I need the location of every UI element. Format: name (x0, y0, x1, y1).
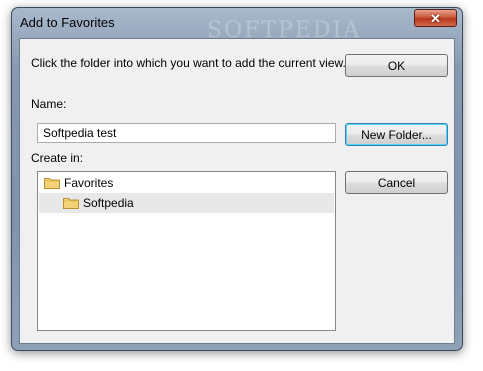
dialog-window: SOFTPEDIA Add to Favorites ✕ Click the f… (11, 7, 463, 351)
tree-item-softpedia[interactable]: Softpedia (39, 193, 334, 213)
instruction-text: Click the folder into which you want to … (31, 56, 346, 70)
new-folder-button[interactable]: New Folder... (345, 123, 448, 146)
tree-item-label: Softpedia (83, 196, 134, 210)
window-title: Add to Favorites (20, 15, 115, 30)
close-button[interactable]: ✕ (414, 9, 457, 27)
create-in-label: Create in: (31, 151, 84, 165)
ok-button[interactable]: OK (345, 54, 448, 77)
dialog-client-area: Click the folder into which you want to … (19, 38, 455, 344)
tree-item-favorites[interactable]: Favorites (39, 173, 334, 193)
folder-icon (63, 198, 79, 209)
name-input[interactable] (37, 123, 336, 143)
folder-tree[interactable]: Favorites Softpedia (37, 171, 336, 331)
close-icon: ✕ (430, 10, 441, 26)
folder-icon (44, 178, 60, 189)
name-label: Name: (31, 97, 67, 111)
tree-item-label: Favorites (64, 176, 114, 190)
cancel-button[interactable]: Cancel (345, 171, 448, 194)
title-bar[interactable]: SOFTPEDIA Add to Favorites ✕ (12, 8, 462, 43)
